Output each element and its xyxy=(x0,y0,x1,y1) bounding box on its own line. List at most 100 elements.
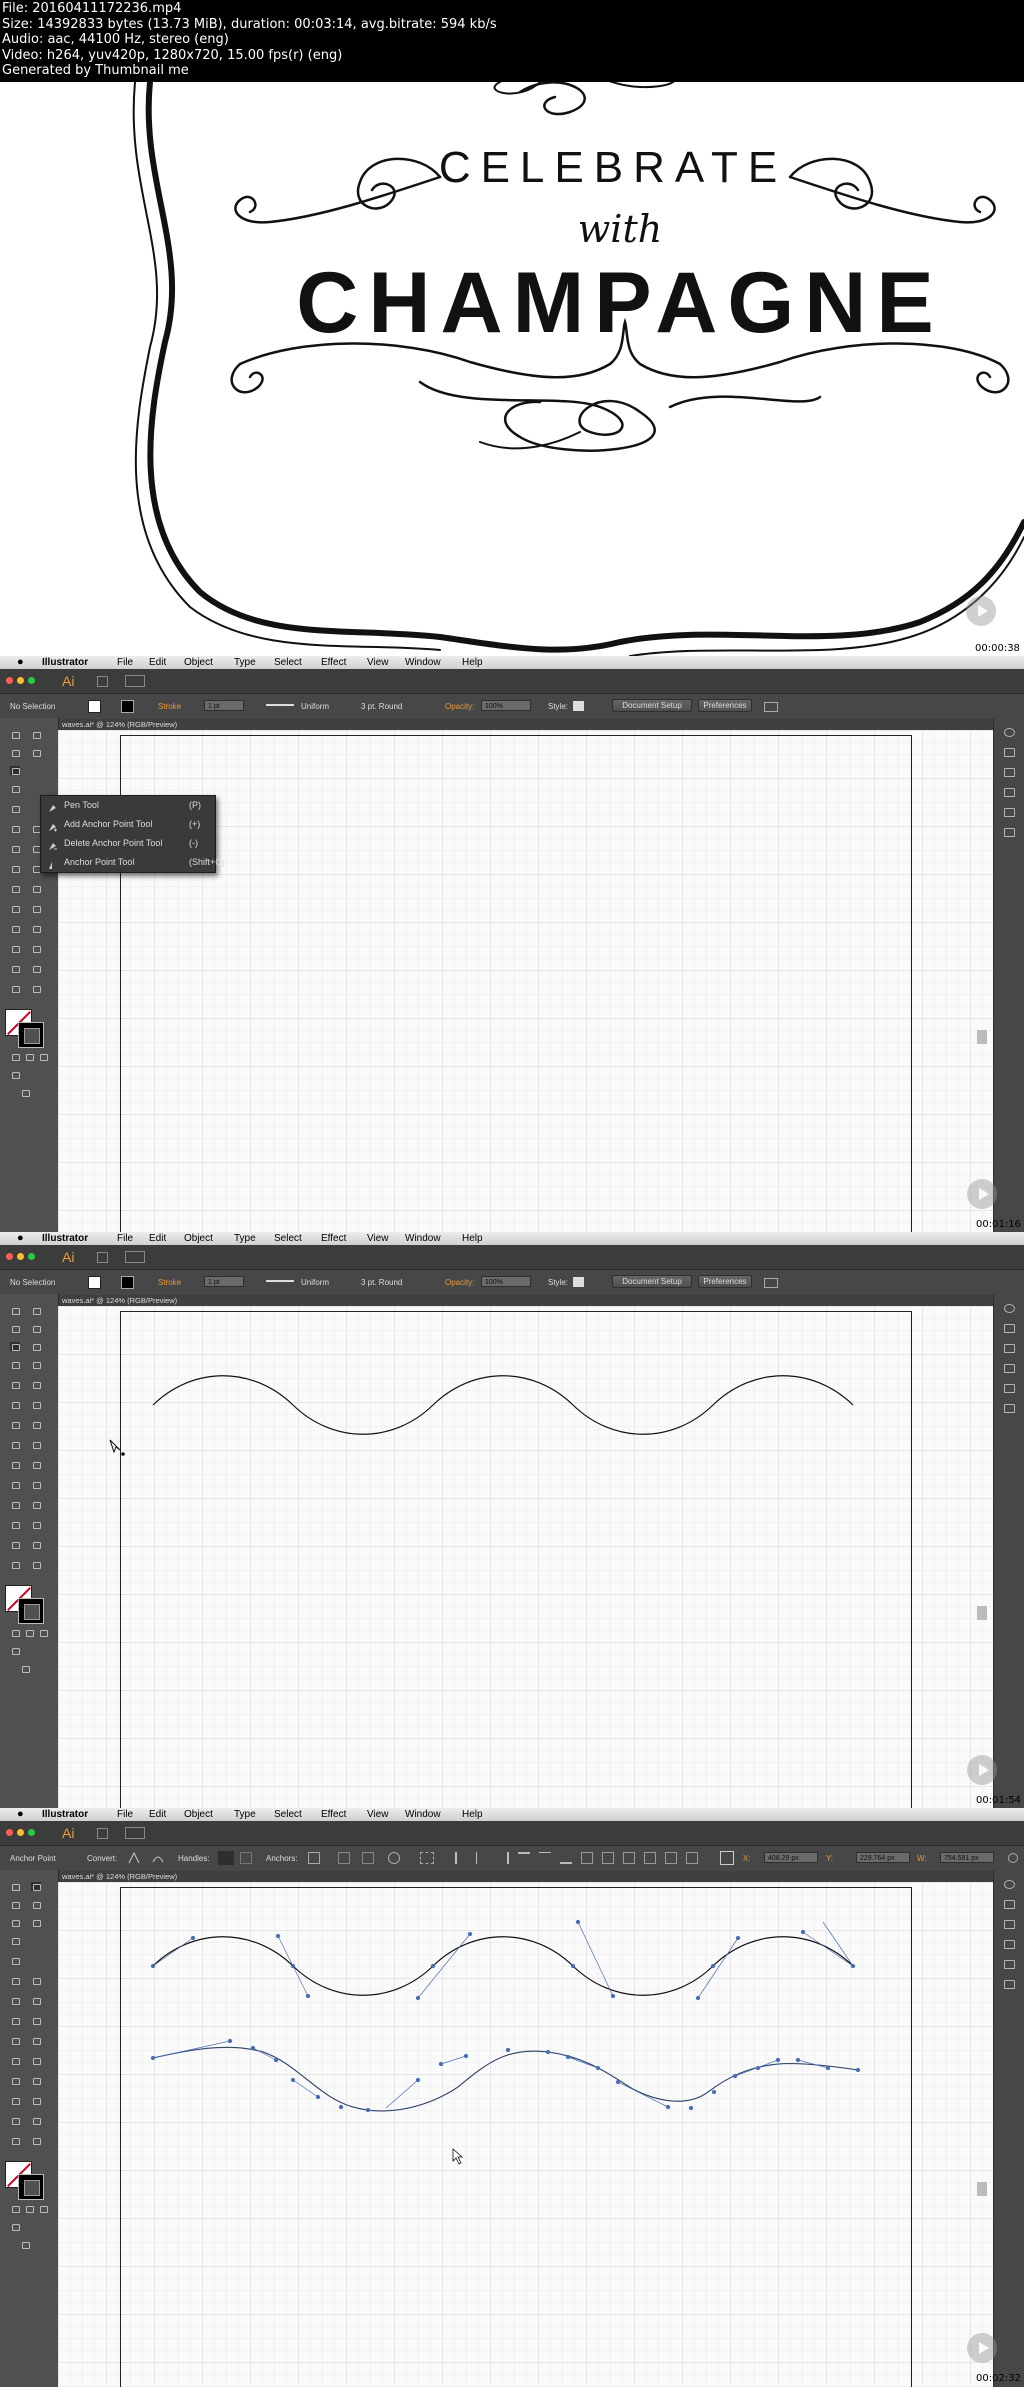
hide-handles-icon[interactable] xyxy=(240,1852,252,1864)
flyout-item-add-anchor[interactable]: Add Anchor Point Tool (+) xyxy=(41,815,215,834)
menu-view[interactable]: View xyxy=(367,656,389,669)
apple-icon[interactable]: ● xyxy=(17,1232,24,1245)
flyout-item-anchor-point[interactable]: Anchor Point Tool (Shift+C) xyxy=(41,853,225,872)
magic-wand-tool-icon[interactable] xyxy=(10,748,20,757)
none-mode-icon[interactable] xyxy=(38,1628,48,1637)
hand-tool-icon[interactable] xyxy=(10,2136,20,2145)
document-tab[interactable]: waves.ai* @ 124% (RGB/Preview) xyxy=(62,720,177,730)
eyedropper-tool-icon[interactable] xyxy=(10,1500,20,1509)
convert-to-corner-icon[interactable] xyxy=(128,1851,140,1864)
rotate-tool-icon[interactable] xyxy=(10,844,20,853)
lasso-tool-icon[interactable] xyxy=(31,1324,41,1333)
magic-wand-tool-icon[interactable] xyxy=(10,1324,20,1333)
stroke-panel-icon[interactable] xyxy=(1004,1940,1015,1949)
canvas[interactable] xyxy=(58,1306,993,1808)
color-panel-icon[interactable] xyxy=(1004,728,1015,737)
pencil-tool-icon[interactable] xyxy=(10,1400,20,1409)
appearance-panel-icon[interactable] xyxy=(1004,808,1015,817)
artboard-tool-icon[interactable] xyxy=(10,1540,20,1549)
opacity-label[interactable]: Opacity: xyxy=(445,1278,474,1287)
graphic-style-swatch[interactable] xyxy=(573,1277,584,1287)
brush-select[interactable]: 3 pt. Round xyxy=(361,1278,402,1287)
draw-mode-icon[interactable] xyxy=(10,2222,20,2231)
opacity-field[interactable]: 100% xyxy=(481,700,531,711)
shape-builder-tool-icon[interactable] xyxy=(10,1460,20,1469)
close-window-button[interactable] xyxy=(6,677,13,684)
shape-builder-tool-icon[interactable] xyxy=(10,2036,20,2045)
gradient-mode-icon[interactable] xyxy=(24,1628,34,1637)
zoom-tool-icon[interactable] xyxy=(31,1560,41,1569)
close-window-button[interactable] xyxy=(6,1829,13,1836)
stroke-weight-field[interactable]: 1 pt xyxy=(204,1276,244,1287)
bridge-icon[interactable] xyxy=(97,676,108,687)
menu-help[interactable]: Help xyxy=(462,656,483,669)
menu-view[interactable]: View xyxy=(367,1808,389,1821)
column-graph-tool-icon[interactable] xyxy=(31,1520,41,1529)
type-tool-icon[interactable] xyxy=(10,1936,20,1945)
artboard-tool-icon[interactable] xyxy=(10,964,20,973)
blend-tool-icon[interactable] xyxy=(31,2076,41,2085)
align-hcenter-icon[interactable] xyxy=(476,1852,488,1864)
menu-file[interactable]: File xyxy=(117,1232,133,1245)
brushes-panel-icon[interactable] xyxy=(1004,1920,1015,1929)
align-left-icon[interactable] xyxy=(455,1852,467,1864)
zoom-window-button[interactable] xyxy=(28,1253,35,1260)
menu-effect[interactable]: Effect xyxy=(321,656,346,669)
bridge-icon[interactable] xyxy=(97,1828,108,1839)
rectangle-tool-icon[interactable] xyxy=(10,1956,20,1965)
rectangle-tool-icon[interactable] xyxy=(10,1380,20,1389)
play-icon[interactable] xyxy=(967,2333,997,2363)
zoom-window-button[interactable] xyxy=(28,1829,35,1836)
none-mode-icon[interactable] xyxy=(38,2204,48,2213)
stroke-swatch[interactable] xyxy=(18,1598,44,1624)
mesh-tool-icon[interactable] xyxy=(10,2056,20,2065)
connect-endpoints-icon[interactable] xyxy=(338,1852,350,1864)
x-field[interactable]: 408.29 px xyxy=(764,1852,818,1863)
perspective-grid-tool-icon[interactable] xyxy=(31,884,41,893)
color-panel-icon[interactable] xyxy=(1004,1304,1015,1313)
direct-selection-tool-icon[interactable] xyxy=(31,730,41,739)
layers-panel-icon[interactable] xyxy=(1004,1404,1015,1413)
flyout-item-delete-anchor[interactable]: Delete Anchor Point Tool (-) xyxy=(41,834,215,853)
brush-select[interactable]: 3 pt. Round xyxy=(361,702,402,711)
arrange-documents-icon[interactable] xyxy=(125,1827,145,1839)
y-field[interactable]: 229.764 px xyxy=(856,1852,910,1863)
rotate-tool-icon[interactable] xyxy=(10,1996,20,2005)
minimize-window-button[interactable] xyxy=(17,677,24,684)
perspective-grid-tool-icon[interactable] xyxy=(31,1460,41,1469)
column-graph-tool-icon[interactable] xyxy=(31,2096,41,2105)
stroke-swatch[interactable] xyxy=(18,2174,44,2200)
eraser-tool-icon[interactable] xyxy=(31,1400,41,1409)
menu-effect[interactable]: Effect xyxy=(321,1808,346,1821)
swatches-panel-icon[interactable] xyxy=(1004,748,1015,757)
brushes-panel-icon[interactable] xyxy=(1004,768,1015,777)
vertical-scrollbar-thumb[interactable] xyxy=(977,2182,987,2196)
flyout-item-pen-tool[interactable]: Pen Tool (P) xyxy=(41,796,215,815)
hand-tool-icon[interactable] xyxy=(10,984,20,993)
draw-mode-icon[interactable] xyxy=(10,1070,20,1079)
curvature-tool-icon[interactable] xyxy=(31,1342,41,1351)
menu-edit[interactable]: Edit xyxy=(149,1232,166,1245)
canvas[interactable] xyxy=(58,1882,993,2387)
menu-file[interactable]: File xyxy=(117,656,133,669)
minimize-window-button[interactable] xyxy=(17,1829,24,1836)
menu-type[interactable]: Type xyxy=(234,1808,256,1821)
play-icon[interactable] xyxy=(967,1179,997,1209)
distribute-icon-2[interactable] xyxy=(602,1852,614,1864)
blend-tool-icon[interactable] xyxy=(31,924,41,933)
color-mode-icon[interactable] xyxy=(10,1628,20,1637)
preferences-button[interactable]: Preferences xyxy=(698,1275,752,1288)
width-tool-icon[interactable] xyxy=(10,864,20,873)
play-icon[interactable] xyxy=(966,596,996,626)
magic-wand-tool-icon[interactable] xyxy=(10,1900,20,1909)
menu-app[interactable]: Illustrator xyxy=(42,1808,88,1821)
menu-file[interactable]: File xyxy=(117,1808,133,1821)
selection-tool-icon[interactable] xyxy=(10,730,20,739)
stroke-panel-icon[interactable] xyxy=(1004,1364,1015,1373)
free-transform-tool-icon[interactable] xyxy=(31,1440,41,1449)
slice-tool-icon[interactable] xyxy=(31,2116,41,2125)
width-tool-icon[interactable] xyxy=(10,1440,20,1449)
symbol-sprayer-tool-icon[interactable] xyxy=(10,1520,20,1529)
swatches-panel-icon[interactable] xyxy=(1004,1900,1015,1909)
menu-object[interactable]: Object xyxy=(184,1808,213,1821)
